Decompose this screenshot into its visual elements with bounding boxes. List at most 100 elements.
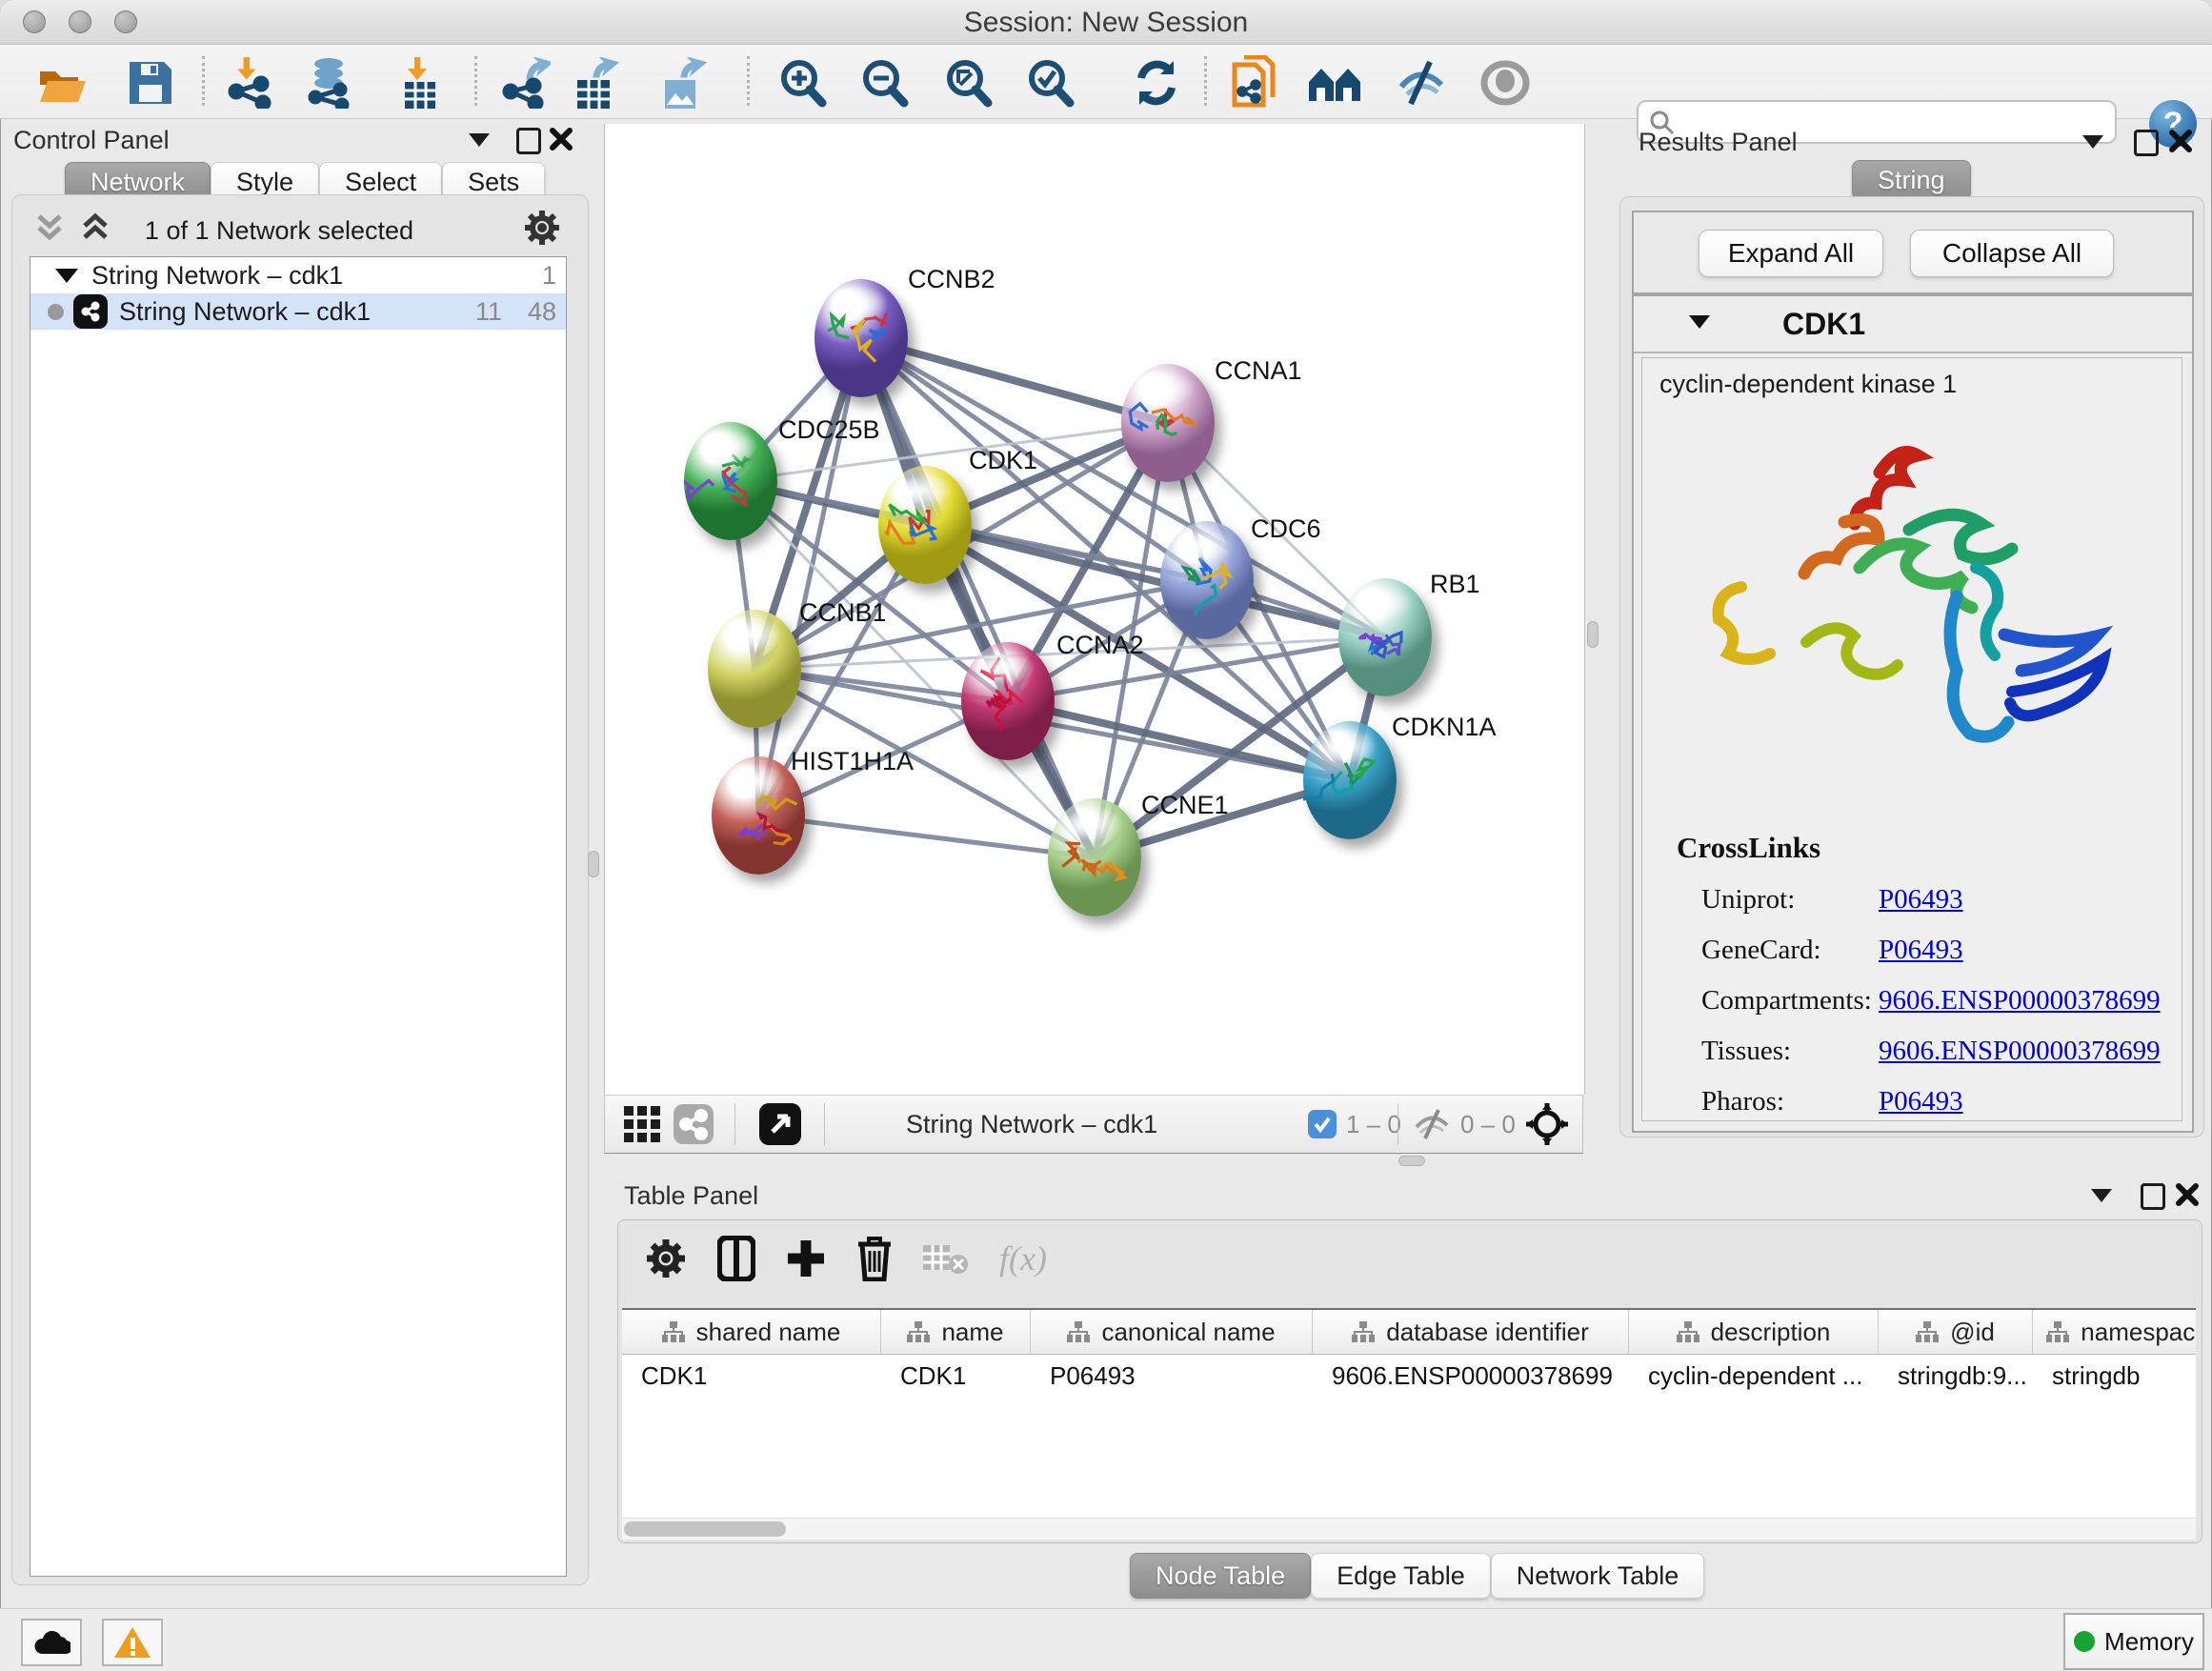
network-options-gear-icon[interactable] (523, 209, 561, 252)
save-session-button[interactable] (124, 56, 177, 110)
delete-column-icon[interactable] (856, 1236, 893, 1281)
hide-unhide-button[interactable] (1395, 56, 1448, 110)
crosslink-value-link[interactable]: 9606.ENSP00000378699 (1879, 985, 2161, 1017)
export-table-button[interactable] (568, 56, 621, 110)
collapse-all-button[interactable]: Collapse All (1910, 230, 2114, 277)
show-graphics-details-button[interactable] (1478, 56, 1532, 110)
clone-network-button[interactable] (1229, 56, 1282, 110)
save-icon (128, 60, 173, 106)
column-header-description[interactable]: description (1629, 1310, 1879, 1354)
hidden-counts-group: 0 – 0 (1413, 1096, 1516, 1153)
network-node-rb1[interactable] (1338, 578, 1432, 696)
table-horizontal-scrollbar[interactable] (622, 1518, 2196, 1540)
network-view-canvas[interactable]: CCNB2CCNA1CDC25BCDK1CDC6RB1CCNB1CCNA2CDK… (604, 124, 1585, 1095)
network-node-ccna1[interactable] (1121, 364, 1215, 482)
grid-icon (624, 1106, 660, 1142)
selected-checkbox-icon[interactable] (1308, 1110, 1337, 1138)
network-node-ccnb1[interactable] (708, 610, 801, 728)
results-panel-float-icon[interactable] (2134, 130, 2159, 161)
table-cell[interactable]: CDK1 (622, 1355, 881, 1397)
network-node-ccnb2[interactable] (814, 279, 908, 397)
column-header-databaseidentifier[interactable]: database identifier (1313, 1310, 1629, 1354)
import-network-file-button[interactable] (225, 56, 278, 110)
network-node-ccna2[interactable] (961, 642, 1055, 760)
window-title: Session: New Session (0, 7, 2212, 39)
vertical-splitter-grip[interactable] (588, 851, 599, 877)
tab-edge-table[interactable]: Edge Table (1311, 1553, 1491, 1599)
table-cell[interactable]: 9606.ENSP00000378699 (1313, 1355, 1629, 1397)
column-header-sharedname[interactable]: shared name (622, 1310, 881, 1354)
results-panel-collapse-icon[interactable] (2082, 135, 2103, 153)
control-panel-float-icon[interactable] (516, 128, 541, 159)
import-network-icon (227, 57, 276, 109)
memory-button[interactable]: Memory (2063, 1613, 2204, 1670)
table-panel-close-icon[interactable] (2175, 1182, 2200, 1212)
string-home-button[interactable] (1307, 56, 1360, 110)
import-network-from-database-button[interactable] (303, 56, 356, 110)
column-header-canonicalname[interactable]: canonical name (1031, 1310, 1313, 1354)
control-panel-body: 1 of 1 Network selected String Network –… (11, 194, 589, 1585)
apply-layout-button[interactable] (1130, 56, 1183, 110)
show-columns-icon[interactable] (717, 1236, 755, 1281)
network-tree-label: String Network – cdk1 (119, 297, 371, 327)
table-cell[interactable]: stringdb:9... (1879, 1355, 2033, 1397)
birdseye-view-button[interactable] (759, 1096, 801, 1153)
tree-expander-icon[interactable] (55, 269, 78, 283)
node-gloss-highlight (727, 763, 787, 798)
table-cell[interactable]: cyclin-dependent ... (1629, 1355, 1879, 1397)
cloud-button[interactable] (21, 1619, 82, 1666)
crosslink-value-link[interactable]: P06493 (1879, 935, 1963, 966)
column-header-name[interactable]: name (881, 1310, 1031, 1354)
table-cell[interactable]: P06493 (1031, 1355, 1313, 1397)
table-cell[interactable]: stringdb (2033, 1355, 2196, 1397)
network-tree-row[interactable]: String Network – cdk11 (30, 257, 566, 293)
protein-header[interactable]: CDK1 (1634, 296, 2192, 353)
tab-string[interactable]: String (1852, 160, 1971, 200)
scrollbar-thumb[interactable] (624, 1521, 786, 1537)
control-panel-collapse-icon[interactable] (469, 133, 490, 151)
open-session-button[interactable] (34, 56, 88, 110)
crosslink-value-link[interactable]: P06493 (1879, 1086, 1963, 1117)
delete-table-icon[interactable] (923, 1241, 969, 1276)
import-table-button[interactable] (392, 56, 446, 110)
network-node-cdc6[interactable] (1160, 521, 1254, 639)
zoom-in-icon (776, 57, 828, 109)
table-panel-float-icon[interactable] (2141, 1183, 2165, 1215)
add-column-icon[interactable] (786, 1238, 826, 1278)
zoom-selected-button[interactable] (1023, 56, 1076, 110)
control-panel-close-icon[interactable] (549, 127, 573, 156)
network-tree-row[interactable]: String Network – cdk111 48 (30, 293, 566, 330)
table-panel-collapse-icon[interactable] (2091, 1189, 2112, 1207)
vertical-splitter-grip-right[interactable] (1587, 621, 1599, 648)
column-header-id[interactable]: @id (1879, 1310, 2033, 1354)
zoom-out-button[interactable] (857, 56, 911, 110)
horizontal-splitter-grip[interactable] (1398, 1156, 1425, 1166)
network-node-cdc25b[interactable] (684, 422, 777, 540)
zoom-in-button[interactable] (775, 56, 829, 110)
expand-all-button[interactable]: Expand All (1699, 230, 1883, 277)
grid-mode-button[interactable] (624, 1096, 660, 1153)
table-settings-gear-icon[interactable] (645, 1238, 687, 1279)
protein-collapse-icon[interactable] (1689, 315, 1710, 333)
warnings-button[interactable] (102, 1619, 163, 1666)
fit-content-button[interactable] (1525, 1096, 1569, 1153)
table-row[interactable]: CDK1CDK1P064939606.ENSP00000378699cyclin… (622, 1355, 2196, 1397)
crosslink-value-link[interactable]: 9606.ENSP00000378699 (1879, 1036, 2161, 1067)
tab-network-table[interactable]: Network Table (1491, 1553, 1705, 1599)
network-node-ccne1[interactable] (1048, 798, 1141, 916)
crosslinks-title: CrossLinks (1677, 831, 1820, 865)
table-cell[interactable]: CDK1 (881, 1355, 1031, 1397)
column-header-namespace[interactable]: namespace (2033, 1310, 2196, 1354)
zoom-fit-button[interactable] (941, 56, 995, 110)
network-share-view-button[interactable] (674, 1096, 714, 1153)
table-panel-tabs: Node TableEdge TableNetwork Table (1130, 1553, 1704, 1599)
network-node-cdk1[interactable] (878, 466, 972, 584)
node-label-cdk1: CDK1 (969, 446, 1037, 475)
export-image-button[interactable] (655, 56, 709, 110)
network-node-cdkn1a[interactable] (1303, 721, 1397, 839)
results-panel-close-icon[interactable] (2168, 129, 2193, 158)
export-network-button[interactable] (499, 56, 553, 110)
crosslink-value-link[interactable]: P06493 (1879, 884, 1963, 916)
function-builder-button[interactable]: f(x) (999, 1238, 1047, 1278)
tab-node-table[interactable]: Node Table (1130, 1553, 1311, 1599)
